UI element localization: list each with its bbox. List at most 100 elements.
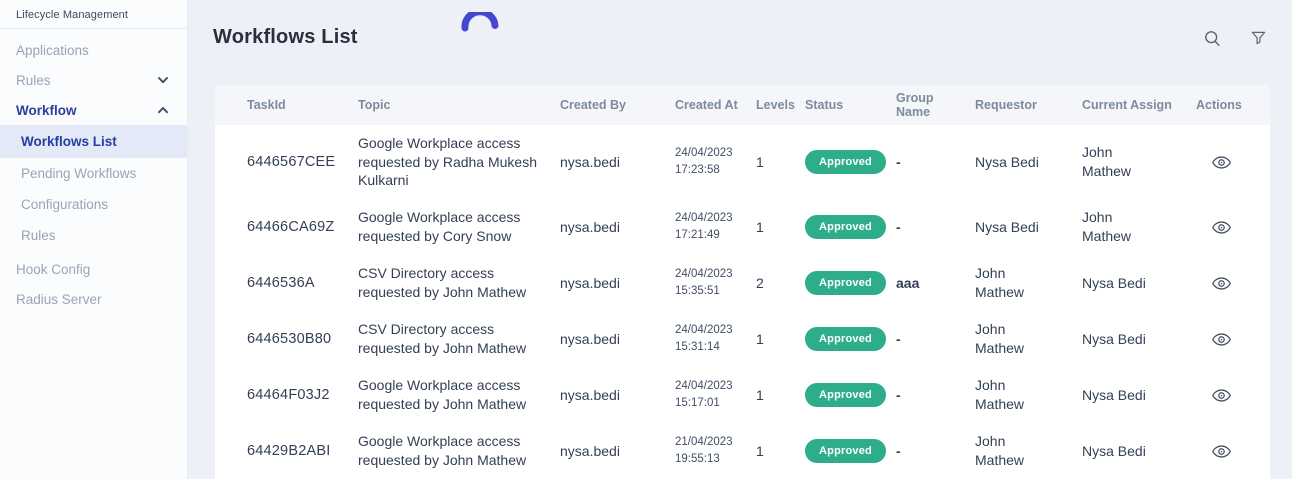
created-at-cell: 24/04/2023 15:35:51 (675, 266, 756, 301)
requestor-name: John Mathew (975, 376, 1055, 414)
task-id-cell: 6446530B80 (247, 331, 358, 347)
sidebar-item-label: Workflows List (21, 134, 117, 149)
current-assign-cell: Nysa Bedi (1082, 386, 1196, 405)
requestor-cell: Nysa Bedi (975, 218, 1082, 237)
requestor-cell: Nysa Bedi (975, 153, 1082, 172)
sidebar-item-label: Applications (16, 43, 89, 58)
actions-cell (1196, 271, 1270, 296)
current-assign-cell: John Mathew (1082, 208, 1196, 246)
current-assign-name: John Mathew (1082, 208, 1162, 246)
created-date: 24/04/2023 (675, 266, 746, 283)
sidebar-item-rules[interactable]: Rules (0, 65, 187, 95)
status-badge: Approved (805, 383, 886, 407)
created-time: 19:55:13 (675, 451, 746, 468)
topic-cell: Google Workplace access requested by Joh… (358, 432, 560, 470)
current-assign-name: John Mathew (1082, 143, 1162, 181)
table-row: 64464F03J2 Google Workplace access reque… (215, 367, 1270, 423)
filter-icon[interactable] (1249, 29, 1268, 48)
column-header-requestor: Requestor (975, 98, 1082, 112)
sidebar-item-pending-workflows[interactable]: Pending Workflows (0, 158, 187, 189)
topic-cell: Google Workplace access requested by Joh… (358, 376, 560, 414)
created-by-cell: nysa.bedi (560, 443, 675, 459)
created-date: 24/04/2023 (675, 322, 746, 339)
levels-cell: 1 (756, 443, 805, 459)
status-cell: Approved (805, 271, 896, 295)
sidebar-item-radius-server[interactable]: Radius Server (0, 284, 187, 314)
created-time: 15:35:51 (675, 283, 746, 300)
created-time: 15:31:14 (675, 339, 746, 356)
task-id-cell: 6446536A (247, 275, 358, 291)
created-date: 24/04/2023 (675, 145, 746, 162)
topic-cell: Google Workplace access requested by Rad… (358, 134, 560, 191)
created-by-cell: nysa.bedi (560, 331, 675, 347)
current-assign-name: Nysa Bedi (1082, 330, 1146, 349)
current-assign-cell: Nysa Bedi (1082, 330, 1196, 349)
requestor-name: Nysa Bedi (975, 218, 1039, 237)
column-header-status: Status (805, 98, 896, 112)
column-header-topic: Topic (358, 98, 560, 112)
table-header-row: TaskId Topic Created By Created At Level… (215, 85, 1270, 125)
requestor-cell: John Mathew (975, 264, 1082, 302)
column-header-levels: Levels (756, 98, 805, 112)
table-row: 64429B2ABI Google Workplace access reque… (215, 423, 1270, 479)
status-cell: Approved (805, 383, 896, 407)
loading-spinner-icon (458, 12, 504, 39)
column-header-current-assign: Current Assign (1082, 98, 1196, 112)
chevron-down-icon (157, 74, 169, 86)
view-workflow-eye-icon[interactable] (1209, 150, 1234, 175)
status-badge: Approved (805, 215, 886, 239)
sidebar-item-configurations[interactable]: Configurations (0, 189, 187, 220)
group-name-cell: - (896, 154, 975, 170)
status-cell: Approved (805, 327, 896, 351)
topbar: Workflows List (188, 0, 1292, 85)
page-title: Workflows List (213, 26, 358, 49)
view-workflow-eye-icon[interactable] (1209, 383, 1234, 408)
current-assign-name: Nysa Bedi (1082, 274, 1146, 293)
created-by-cell: nysa.bedi (560, 219, 675, 235)
actions-cell (1196, 327, 1270, 352)
requestor-name: John Mathew (975, 432, 1055, 470)
topic-cell: CSV Directory access requested by John M… (358, 264, 560, 302)
view-workflow-eye-icon[interactable] (1209, 439, 1234, 464)
sidebar-item-label: Rules (21, 228, 56, 243)
topic-cell: CSV Directory access requested by John M… (358, 320, 560, 358)
column-header-group-name: Group Name (896, 91, 975, 119)
created-at-cell: 21/04/2023 19:55:13 (675, 434, 756, 469)
sidebar-item-workflows-list[interactable]: Workflows List (0, 125, 187, 158)
group-name-cell: - (896, 219, 975, 235)
current-assign-name: Nysa Bedi (1082, 386, 1146, 405)
search-icon[interactable] (1202, 28, 1223, 49)
view-workflow-eye-icon[interactable] (1209, 271, 1234, 296)
view-workflow-eye-icon[interactable] (1209, 215, 1234, 240)
levels-cell: 2 (756, 275, 805, 291)
sidebar-item-applications[interactable]: Applications (0, 35, 187, 65)
requestor-cell: John Mathew (975, 376, 1082, 414)
created-at-cell: 24/04/2023 15:17:01 (675, 378, 756, 413)
chevron-up-icon (157, 104, 169, 116)
sidebar-item-hook-config[interactable]: Hook Config (0, 254, 187, 284)
levels-cell: 1 (756, 219, 805, 235)
sidebar-heading: Lifecycle Management (0, 0, 187, 28)
table-row: 6446530B80 CSV Directory access requeste… (215, 311, 1270, 367)
table-row: 6446567CEE Google Workplace access reque… (215, 125, 1270, 199)
table-row: 6446536A CSV Directory access requested … (215, 255, 1270, 311)
status-cell: Approved (805, 150, 896, 174)
actions-cell (1196, 383, 1270, 408)
sidebar: Lifecycle Management Applications Rules … (0, 0, 188, 479)
column-header-created-by: Created By (560, 98, 675, 112)
sidebar-item-label: Radius Server (16, 292, 102, 307)
status-cell: Approved (805, 439, 896, 463)
actions-cell (1196, 150, 1270, 175)
group-name-cell: aaa (896, 275, 975, 291)
sidebar-item-workflow[interactable]: Workflow (0, 95, 187, 125)
status-cell: Approved (805, 215, 896, 239)
task-id-cell: 64466CA69Z (247, 219, 358, 235)
levels-cell: 1 (756, 154, 805, 170)
main-content: Workflows List TaskId Topic Cr (188, 0, 1292, 479)
requestor-cell: John Mathew (975, 320, 1082, 358)
column-header-created-at: Created At (675, 98, 756, 112)
sidebar-item-rules-sub[interactable]: Rules (0, 220, 187, 251)
created-at-cell: 24/04/2023 15:31:14 (675, 322, 756, 357)
requestor-cell: John Mathew (975, 432, 1082, 470)
view-workflow-eye-icon[interactable] (1209, 327, 1234, 352)
